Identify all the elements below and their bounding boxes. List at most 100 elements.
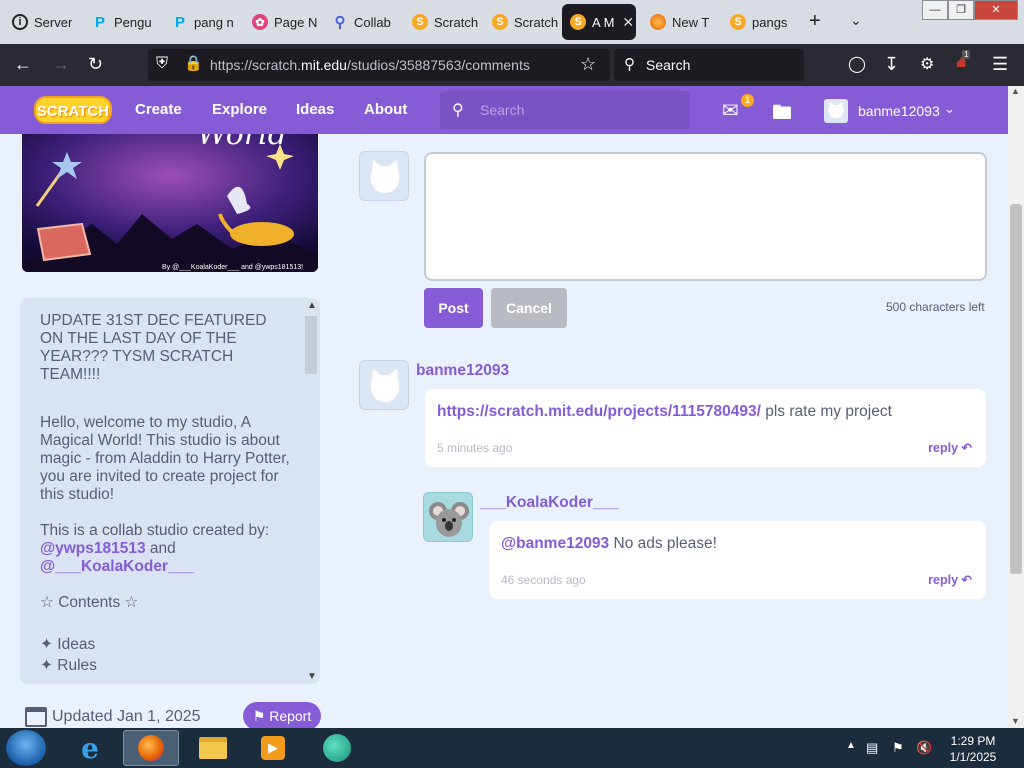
scroll-down-icon[interactable]: ▼ (307, 671, 317, 682)
internet-explorer-icon[interactable]: e (62, 730, 118, 766)
tab-page[interactable]: ✿ Page N (244, 4, 324, 40)
tab-pang[interactable]: P pang n (164, 4, 244, 40)
search-magnifier-icon: ⚲ (334, 14, 346, 31)
scratch-cat-icon: S (412, 14, 428, 30)
nav-create[interactable]: Create (135, 101, 182, 118)
tab-server[interactable]: i Server (4, 4, 84, 40)
volume-muted-icon[interactable]: 🔇 (916, 740, 932, 756)
media-player-icon[interactable]: ▶ (245, 730, 301, 766)
file-explorer-icon[interactable] (185, 730, 241, 766)
pocket-icon[interactable]: ◯ (848, 54, 866, 74)
reply-button[interactable]: reply ↶ (928, 572, 972, 587)
report-button[interactable]: ⚑ Report (243, 702, 321, 730)
windows-taskbar: e ▶ ▲ ▤ ⚑ 🔇 1:29 PM 1/1/2025 (0, 728, 1024, 768)
tab-pengu[interactable]: P Pengu (84, 4, 164, 40)
penguinmod-icon: P (94, 13, 105, 31)
shield-icon[interactable]: ⛨ (156, 55, 168, 73)
scroll-up-icon[interactable]: ▲ (307, 300, 317, 311)
tab-scratch-1[interactable]: S Scratch (404, 4, 484, 40)
post-button[interactable]: Post (424, 288, 483, 328)
composer-avatar (359, 151, 409, 201)
page-scroll-thumb[interactable] (1010, 204, 1022, 574)
app-globe-icon[interactable] (309, 730, 365, 766)
minimize-window-button[interactable]: — (922, 0, 948, 20)
tab-new-tab[interactable]: New T (642, 4, 722, 40)
comment-time: 5 minutes ago (437, 441, 513, 455)
studio-thumbnail: World By @___KoalaKoder___ and @ywps1815… (22, 134, 318, 272)
scratch-logo[interactable]: SCRATCH (34, 96, 112, 124)
username[interactable]: banme12093 (858, 103, 940, 119)
messages-envelope-icon[interactable]: ✉ (722, 98, 739, 123)
comment-input[interactable] (424, 152, 987, 281)
mention-ywps181513[interactable]: @ywps181513 (40, 540, 146, 557)
description-item-rules: ✦ Rules (40, 657, 97, 674)
user-avatar[interactable] (824, 99, 848, 123)
scroll-up-icon[interactable]: ▲ (1011, 86, 1020, 96)
lock-icon[interactable]: 🔒 (184, 54, 203, 72)
comment-text: @banme12093 No ads please! (501, 535, 717, 552)
calendar-icon (25, 707, 47, 727)
menu-hamburger-icon[interactable]: ☰ (992, 54, 1008, 75)
bookmark-star-icon[interactable]: ☆ (580, 54, 596, 75)
url-text: https://scratch.mit.edu/studios/35887563… (210, 57, 530, 73)
system-clock[interactable]: 1:29 PM 1/1/2025 (940, 733, 1006, 765)
nav-ideas[interactable]: Ideas (296, 101, 334, 118)
reload-icon[interactable]: ↻ (88, 54, 103, 75)
comment-username[interactable]: ___KoalaKoder___ (480, 494, 619, 512)
nav-explore[interactable]: Explore (212, 101, 267, 118)
chevron-down-icon[interactable]: ⌄ (944, 101, 955, 117)
scratch-search-input[interactable]: ⚲ Search (440, 91, 690, 129)
action-center-flag-icon[interactable]: ⚑ (892, 740, 904, 756)
description-contents-heading: ☆ Contents ☆ (40, 594, 139, 611)
browser-search-bar[interactable]: ⚲ Search (614, 49, 804, 81)
cancel-button[interactable]: Cancel (491, 288, 567, 328)
browser-toolbar: ← → ↻ ⛨ 🔒 https://scratch.mit.edu/studio… (0, 44, 1024, 86)
back-arrow-icon[interactable]: ← (14, 54, 32, 75)
tab-collab[interactable]: ⚲ Collab (324, 4, 404, 40)
comment-text: https://scratch.mit.edu/projects/1115780… (437, 403, 892, 420)
scroll-down-icon[interactable]: ▼ (1011, 716, 1020, 726)
tab-pangs[interactable]: S pangs (722, 4, 802, 40)
scratch-cat-icon: S (730, 14, 746, 30)
description-update: UPDATE 31ST DEC FEATURED ON THE LAST DAY… (40, 312, 267, 383)
close-window-button[interactable]: ✕ (974, 0, 1018, 20)
description-scrollbar[interactable]: ▲ ▼ (302, 298, 320, 684)
page-scrollbar[interactable]: ▲ ▼ (1008, 86, 1024, 728)
address-bar[interactable]: ⛨ 🔒 https://scratch.mit.edu/studios/3588… (148, 49, 610, 81)
tab-scratch-2[interactable]: S Scratch (484, 4, 562, 40)
firefox-taskbar-icon[interactable] (123, 730, 179, 766)
start-button[interactable] (6, 730, 46, 766)
tab-studio-active[interactable]: S A M ✕ (562, 4, 636, 40)
mention-banme12093[interactable]: @banme12093 (501, 535, 609, 552)
comment-username[interactable]: banme12093 (416, 362, 509, 380)
flag-icon: ⚑ (252, 708, 266, 724)
reply-button[interactable]: reply ↶ (928, 440, 972, 455)
tab-close-icon[interactable]: ✕ (622, 14, 634, 31)
description-item-ideas: ✦ Ideas (40, 636, 96, 653)
nav-about[interactable]: About (364, 101, 407, 118)
flower-icon: ✿ (252, 14, 268, 30)
network-icon[interactable]: ▤ (866, 740, 878, 756)
koala-avatar[interactable] (423, 492, 473, 542)
my-stuff-folder-icon[interactable]: 🖿 (772, 98, 792, 132)
project-link[interactable]: https://scratch.mit.edu/projects/1115780… (437, 403, 761, 420)
forward-arrow-icon[interactable]: → (52, 54, 70, 75)
tray-expand-icon[interactable]: ▲ (846, 740, 856, 751)
description-scroll-thumb[interactable] (305, 316, 317, 374)
tab-list-chevron-icon[interactable]: ⌄ (850, 12, 862, 29)
search-icon: ⚲ (624, 56, 635, 73)
info-circle-icon: i (12, 14, 28, 30)
studio-description[interactable]: UPDATE 31ST DEC FEATURED ON THE LAST DAY… (20, 298, 320, 684)
penguinmod-icon: P (174, 13, 185, 31)
restore-window-button[interactable]: ❐ (948, 0, 974, 20)
downloads-icon[interactable]: ↧ (884, 54, 899, 75)
comment-avatar[interactable] (359, 360, 409, 410)
firefox-icon (650, 14, 666, 30)
mention-koalakoder[interactable]: @___KoalaKoder___ (40, 558, 194, 575)
comment-body: https://scratch.mit.edu/projects/1115780… (425, 389, 986, 467)
extensions-icon[interactable]: ⚙ (920, 54, 934, 74)
scratch-cat-icon: S (570, 14, 586, 30)
new-tab-plus-icon[interactable]: + (809, 10, 821, 33)
reply-arrow-icon: ↶ (961, 573, 972, 587)
scratch-cat-icon: S (492, 14, 508, 30)
